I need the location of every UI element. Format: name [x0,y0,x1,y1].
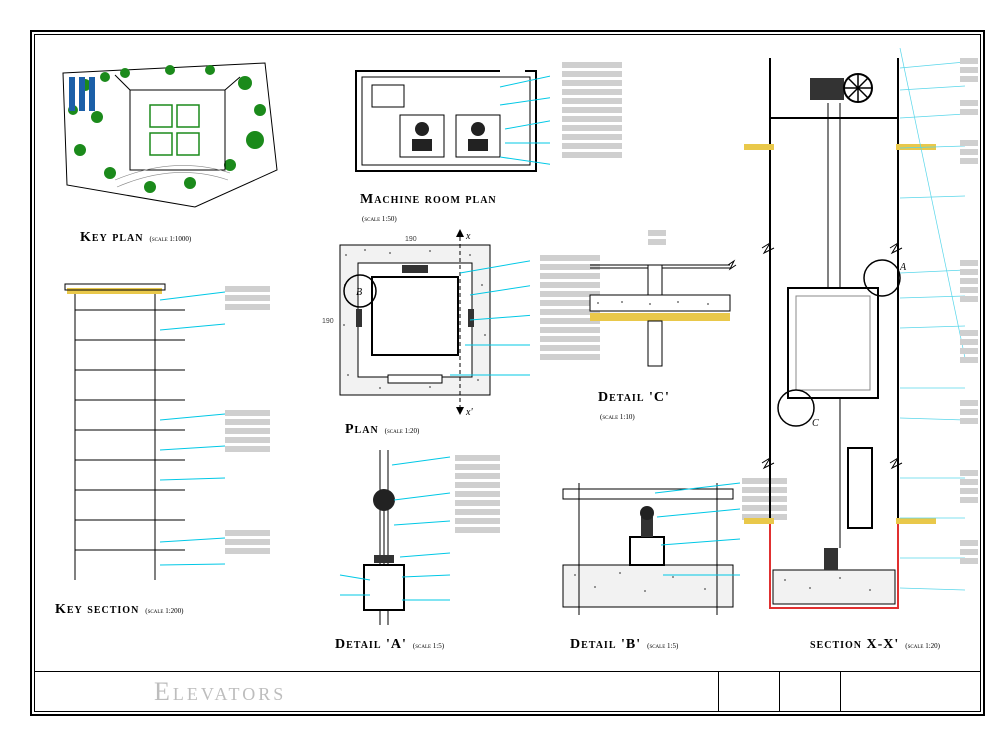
machine-room-label: Machine room plan (scale 1:50) [360,190,497,226]
detail-c-scale: (scale 1:10) [600,413,635,421]
detail-c-label: Detail 'C' (scale 1:10) [598,388,670,424]
section-mark-c: C [812,418,819,429]
detail-c-callouts [648,230,666,245]
key-section-callouts-mid [225,410,270,452]
detail-c-title: Detail 'C' [598,390,670,405]
key-section-callouts-upper [225,286,270,310]
key-section-label: Key section (scale 1:200) [55,600,184,618]
key-section-title: Key section [55,602,139,617]
detail-c-drawing [580,255,740,385]
key-plan-title: Key plan [80,230,144,245]
detail-a-callouts [455,455,500,533]
drawing-sheet: Key plan (scale 1:1000) Machine r [0,0,1000,751]
plan-dim-w: 190 [405,236,417,243]
section-mark-a: A [899,262,907,273]
section-mark-x: x [465,231,471,242]
machine-room-drawing [350,65,550,185]
section-xx-drawing: A C [740,48,970,648]
detail-b-label: Detail 'B' (scale 1:5) [570,635,678,653]
section-xx-scale: (scale 1:20) [905,642,940,650]
detail-a-scale: (scale 1:5) [413,642,444,650]
section-callouts-7 [960,470,978,503]
machine-room-title: Machine room plan [360,192,497,207]
plan-dim-h: 190 [322,318,334,325]
detail-a-label: Detail 'A' (scale 1:5) [335,635,444,653]
detail-a-title: Detail 'A' [335,637,407,652]
section-callouts-5 [960,330,978,363]
machine-room-scale: (scale 1:50) [362,215,397,223]
title-cell-1 [718,672,779,712]
machine-room-callouts [562,62,622,158]
section-callouts-8 [960,540,978,564]
shaft-plan-label: Plan (scale 1:20) [345,420,419,438]
section-callouts-4 [960,260,978,302]
key-plan-drawing [55,55,285,225]
detail-b-scale: (scale 1:5) [647,642,678,650]
detail-b-drawing [555,475,745,635]
title-cell-3 [840,672,981,712]
section-callouts-3 [960,140,978,164]
title-block-strip: Elevators [34,671,981,712]
key-section-scale: (scale 1:200) [145,607,183,615]
key-plan-scale: (scale 1:1000) [150,235,192,243]
section-callouts-1 [960,58,978,82]
section-xx-title: section X-X' [810,637,899,652]
key-plan-label: Key plan (scale 1:1000) [80,228,191,246]
shaft-plan-scale: (scale 1:20) [385,427,420,435]
section-mark-xp: x' [465,407,473,418]
key-section-callouts-lower [225,530,270,554]
section-xx-label: section X-X' (scale 1:20) [810,635,940,653]
section-callouts-6 [960,400,978,424]
shaft-plan-drawing: x x' B 190 190 [310,225,530,430]
shaft-plan-title: Plan [345,422,379,437]
sheet-title: Elevators [34,677,718,707]
detail-mark-b: B [356,287,362,298]
detail-b-title: Detail 'B' [570,637,641,652]
title-cell-2 [779,672,840,712]
section-callouts-2 [960,100,978,115]
